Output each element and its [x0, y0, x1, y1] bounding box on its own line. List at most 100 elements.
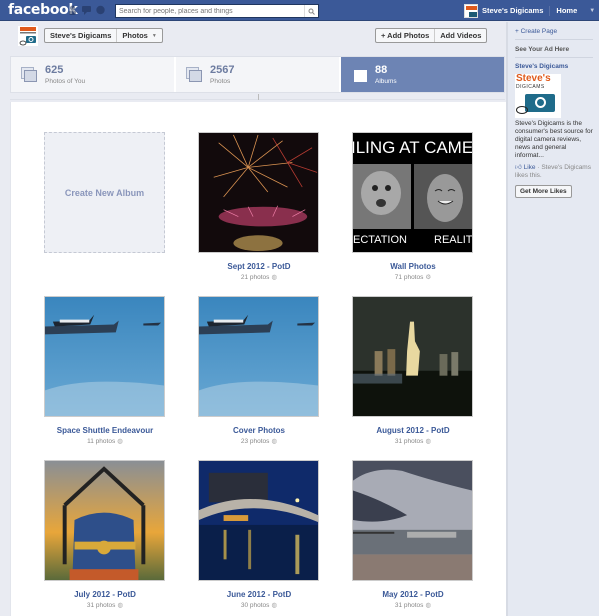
tab-photos[interactable]: 2567 Photos [174, 57, 339, 92]
albums-count: 88 [375, 63, 388, 76]
public-globe-icon: ◍ [425, 438, 432, 445]
search-button[interactable] [304, 5, 318, 17]
album-item[interactable]: July 2012 - PotD 31 photos ◍ [44, 460, 166, 616]
search-box [115, 4, 319, 18]
albums-panel: Create New Album Sept 2012 - PotD 21 pho… [10, 102, 506, 616]
like-link[interactable]: Like [524, 164, 536, 171]
friend-requests-icon[interactable] [68, 5, 77, 15]
album-photo-count: 21 photos ◍ [198, 273, 320, 281]
tab-photos-of-you[interactable]: 625 Photos of You [11, 57, 174, 92]
album-photo-count: 31 photos ◍ [352, 601, 474, 609]
public-globe-icon: ◍ [271, 438, 278, 445]
notifications-globe-icon[interactable] [96, 5, 105, 15]
album-cover-train[interactable] [44, 460, 165, 581]
notification-jewels [68, 5, 105, 15]
album-item[interactable]: Space Shuttle Endeavour 11 photos ◍ [44, 296, 166, 460]
add-photos-button[interactable]: + Add Photos [376, 29, 434, 42]
album-title[interactable]: Space Shuttle Endeavour [44, 426, 166, 435]
ad-like-line: 👍︎ Like · Steve's Digicams likes this. [515, 164, 595, 180]
albums-icon [351, 67, 367, 82]
album-title[interactable]: Wall Photos [352, 262, 474, 271]
nav-divider [549, 5, 551, 16]
top-right-nav: Steve's Digicams Home ▼ [464, 3, 595, 18]
ad-page-logo[interactable]: Steve's DIGICAMS [515, 74, 561, 118]
photo-count-text: 21 photos [240, 274, 270, 281]
photos-of-you-count: 625 [45, 63, 64, 76]
album-item[interactable]: ILING AT CAME ECTATION REALIT Wall Photo… [352, 132, 474, 296]
profile-avatar[interactable] [464, 3, 478, 18]
album-item[interactable]: May 2012 - PotD 31 photos ◍ [352, 460, 474, 616]
search-icon [308, 8, 315, 15]
album-item[interactable]: August 2012 - PotD 31 photos ◍ [352, 296, 474, 460]
photos-of-you-icon [21, 67, 37, 82]
album-photo-count: 31 photos ◍ [352, 437, 474, 445]
album-cover-cat-meme[interactable]: ILING AT CAME ECTATION REALIT [352, 132, 473, 253]
album-item[interactable]: Cover Photos 23 photos ◍ [198, 296, 320, 460]
messages-icon[interactable] [82, 5, 91, 15]
public-globe-icon: ◍ [271, 602, 278, 609]
album-title[interactable]: August 2012 - PotD [352, 426, 474, 435]
album-title[interactable]: Sept 2012 - PotD [198, 262, 320, 271]
photo-count-text: 23 photos [240, 438, 270, 445]
see-your-ad-link[interactable]: See Your Ad Here [515, 46, 593, 58]
top-navigation-bar: facebook Steve's Digicams Home ▼ [0, 0, 599, 21]
albums-label: Albums [375, 77, 397, 85]
page-section-selector[interactable]: Steve's Digicams Photos ▼ [44, 28, 163, 43]
album-photo-count: 23 photos ◍ [198, 437, 320, 445]
album-title[interactable]: May 2012 - PotD [352, 590, 474, 599]
search-input[interactable] [116, 5, 304, 17]
meme-text-top: ILING AT CAME [352, 138, 473, 157]
camera-strap-icon [516, 106, 528, 114]
album-cover-shuttle[interactable] [198, 296, 319, 417]
meme-text-right: REALIT [434, 234, 473, 246]
meme-text-left: ECTATION [353, 234, 407, 246]
public-globe-icon: ◍ [117, 438, 123, 445]
page-name-link[interactable]: Steve's Digicams [45, 29, 116, 42]
section-label: Photos [122, 31, 148, 40]
album-item[interactable]: Sept 2012 - PotD 21 photos ◍ [198, 132, 320, 296]
album-title[interactable]: July 2012 - PotD [44, 590, 166, 599]
photo-count-text: 11 photos [87, 438, 116, 445]
create-album-label: Create New Album [64, 187, 145, 198]
media-actions: + Add Photos Add Videos [375, 28, 488, 43]
profile-name-link[interactable]: Steve's Digicams [482, 6, 543, 15]
album-photo-count: 11 photos ◍ [44, 437, 166, 445]
photo-count-text: 30 photos [240, 602, 270, 609]
ad-page-name-link[interactable]: Steve's Digicams [515, 63, 599, 70]
create-album-tile[interactable]: Create New Album [44, 132, 166, 296]
album-item[interactable]: June 2012 - PotD 30 photos ◍ [198, 460, 320, 616]
account-menu-caret-icon[interactable]: ▼ [589, 8, 595, 14]
ad-description: Steve's Digicams is the consumer's best … [515, 120, 593, 159]
photo-count-text: 71 photos [394, 274, 424, 281]
home-link[interactable]: Home [556, 6, 577, 15]
album-cover-bridge-night[interactable] [198, 460, 319, 581]
create-page-link[interactable]: + Create Page [515, 28, 593, 40]
section-dropdown[interactable]: Photos ▼ [116, 29, 161, 42]
page-thumbnail-logo[interactable] [18, 26, 38, 46]
album-title[interactable]: Cover Photos [198, 426, 320, 435]
tab-albums[interactable]: 88 Albums [339, 57, 504, 92]
album-title[interactable]: June 2012 - PotD [198, 590, 320, 599]
album-cover-fireworks[interactable] [198, 132, 319, 253]
photo-stats-tabs: 625 Photos of You 2567 Photos 88 Albums [10, 56, 505, 93]
page-header: Steve's Digicams Photos ▼ + Add Photos Ad… [10, 22, 506, 47]
chevron-down-icon: ▼ [151, 32, 157, 39]
album-cover-statue-night[interactable] [352, 296, 473, 417]
add-videos-button[interactable]: Add Videos [434, 29, 486, 42]
album-cover-beach-clouds[interactable] [352, 460, 473, 581]
photos-icon [186, 67, 202, 82]
logo-text-top: Steve's [516, 73, 551, 84]
photos-label: Photos [210, 77, 231, 85]
album-grid: Create New Album Sept 2012 - PotD 21 pho… [44, 132, 474, 616]
get-more-likes-button[interactable]: Get More Likes [515, 185, 572, 198]
album-cover-shuttle[interactable] [44, 296, 165, 417]
camera-lens-icon [535, 97, 546, 108]
thumbs-up-icon: 👍︎ [515, 164, 522, 171]
privacy-settings-icon: ⚙ [425, 274, 432, 281]
photos-of-you-label: Photos of You [45, 77, 86, 85]
public-globe-icon: ◍ [271, 274, 278, 281]
photo-count-text: 31 photos [86, 602, 116, 609]
logo-text-bottom: DIGICAMS [516, 84, 545, 90]
album-photo-count: 31 photos ◍ [44, 601, 166, 609]
create-album-button[interactable]: Create New Album [44, 132, 165, 253]
